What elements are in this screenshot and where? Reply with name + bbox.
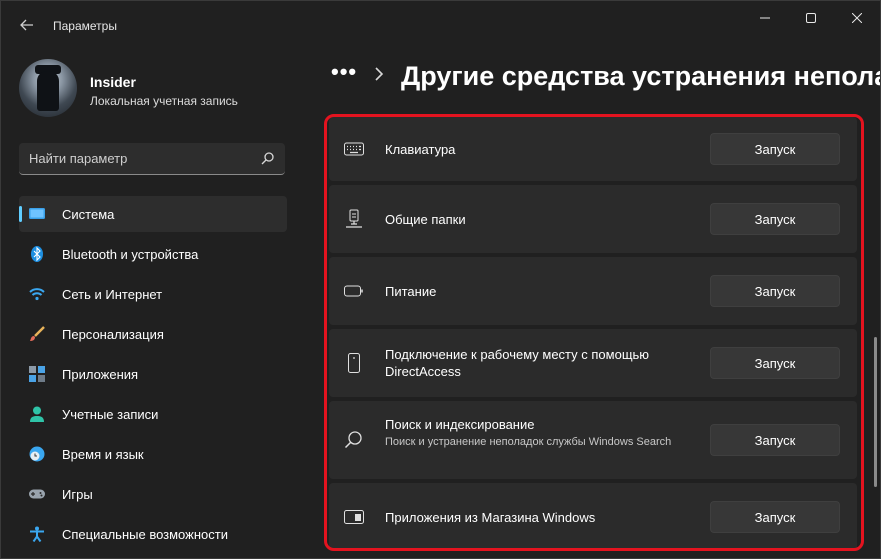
sidebar-item-personalization[interactable]: Персонализация (19, 316, 287, 352)
close-button[interactable] (834, 1, 880, 35)
store-app-icon (344, 510, 364, 524)
app-title: Параметры (53, 19, 117, 33)
wifi-icon (29, 288, 45, 301)
settings-window: Параметры Insider Локальная учетная запи… (0, 0, 881, 559)
troubleshooter-row-directaccess: Подключение к рабочему месту с помощью D… (329, 329, 857, 397)
sidebar-item-time-language[interactable]: Время и язык (19, 436, 287, 472)
close-icon (852, 13, 862, 23)
system-monitor-icon (29, 208, 45, 219)
troubleshooter-list: Клавиатура Запуск Общие папки Запуск Пит… (329, 117, 857, 555)
troubleshooter-title: Общие папки (385, 212, 466, 227)
sidebar-item-label: Время и язык (62, 447, 144, 462)
troubleshooter-row-power: Питание Запуск (329, 257, 857, 325)
phone-device-icon (348, 353, 360, 373)
page-title: Другие средства устранения неполад (401, 61, 881, 91)
sidebar-item-label: Приложения (62, 367, 139, 382)
person-icon (30, 406, 44, 422)
sidebar-item-accounts[interactable]: Учетные записи (19, 396, 287, 432)
sidebar-item-label: Персонализация (62, 327, 164, 342)
search-icon[interactable] (261, 151, 275, 165)
troubleshooter-title: Питание (385, 284, 437, 299)
profile-name: Insider (90, 74, 136, 90)
sidebar-item-accessibility[interactable]: Специальные возможности (19, 516, 287, 552)
minimize-button[interactable] (742, 1, 788, 35)
run-store-apps-troubleshooter-button[interactable]: Запуск (710, 501, 840, 533)
troubleshooter-title: Клавиатура (385, 142, 456, 157)
keyboard-icon (344, 142, 364, 156)
bluetooth-icon (31, 246, 43, 262)
search-input[interactable] (29, 143, 249, 174)
run-power-troubleshooter-button[interactable]: Запуск (710, 275, 840, 307)
run-search-indexing-troubleshooter-button[interactable]: Запуск (710, 424, 840, 456)
profile-account-type: Локальная учетная запись (90, 94, 238, 108)
troubleshooter-title: Подключение к рабочему месту с помощью D… (385, 347, 650, 379)
maximize-icon (806, 13, 816, 23)
minimize-icon (760, 17, 770, 19)
sidebar-item-bluetooth[interactable]: Bluetooth и устройства (19, 236, 287, 272)
troubleshooter-row-keyboard: Клавиатура Запуск (329, 117, 857, 181)
troubleshooter-row-shared-folders: Общие папки Запуск (329, 185, 857, 253)
run-directaccess-troubleshooter-button[interactable]: Запуск (710, 347, 840, 379)
breadcrumb-more-button[interactable]: ••• (331, 59, 357, 85)
title-bar: Параметры (1, 1, 880, 51)
back-button[interactable] (13, 11, 41, 39)
troubleshooter-row-store-apps: Приложения из Магазина Windows Запуск (329, 483, 857, 551)
clock-globe-icon (29, 446, 45, 462)
search-icon (344, 431, 362, 449)
troubleshooter-description: Поиск и устранение неполадок службы Wind… (385, 436, 672, 448)
sidebar-item-label: Игры (62, 487, 93, 502)
sidebar-nav: Система Bluetooth и устройства Сеть и Ин… (19, 196, 287, 556)
chevron-right-icon (375, 67, 384, 81)
troubleshooter-row-search-indexing: Поиск и индексирование Поиск и устранени… (329, 401, 857, 479)
window-controls (742, 1, 880, 35)
sidebar-item-label: Сеть и Интернет (62, 287, 163, 302)
sidebar-item-label: Система (62, 207, 115, 222)
run-shared-folders-troubleshooter-button[interactable]: Запуск (710, 203, 840, 235)
troubleshooter-title: Поиск и индексирование (385, 417, 535, 432)
scrollbar[interactable] (874, 337, 877, 487)
sidebar-item-apps[interactable]: Приложения (19, 356, 287, 392)
brush-icon (30, 326, 45, 341)
gamepad-icon (29, 489, 45, 499)
back-arrow-icon (20, 19, 33, 31)
shared-folder-icon (346, 209, 362, 228)
battery-icon (344, 285, 363, 297)
sidebar-item-system[interactable]: Система (19, 196, 287, 232)
sidebar-item-label: Специальные возможности (62, 527, 228, 542)
troubleshooter-title: Приложения из Магазина Windows (385, 510, 596, 525)
sidebar-item-gaming[interactable]: Игры (19, 476, 287, 512)
sidebar-item-label: Учетные записи (62, 407, 159, 422)
apps-icon (29, 366, 45, 382)
run-keyboard-troubleshooter-button[interactable]: Запуск (710, 133, 840, 165)
avatar (19, 59, 77, 117)
sidebar-item-network[interactable]: Сеть и Интернет (19, 276, 287, 312)
search-box (19, 143, 285, 175)
sidebar-item-label: Bluetooth и устройства (62, 247, 199, 262)
maximize-button[interactable] (788, 1, 834, 35)
accessibility-icon (30, 526, 44, 542)
